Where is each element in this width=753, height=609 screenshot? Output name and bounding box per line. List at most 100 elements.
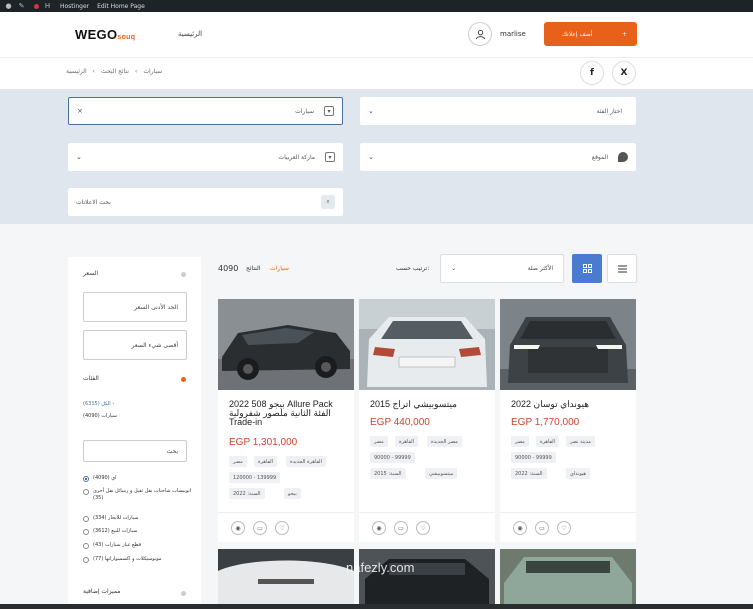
radio-button[interactable] <box>83 516 89 522</box>
radio-button[interactable] <box>83 529 89 535</box>
radio-item[interactable]: موتوسيكلات و اكسسواراتها (77) <box>83 556 193 563</box>
breadcrumb-separator: ‹ <box>92 68 96 75</box>
chat-icon[interactable]: ▭ <box>394 521 408 535</box>
keyword-search-placeholder: بحث الاعلانات <box>76 198 111 206</box>
sort-select[interactable]: ⌄ الأكثر صلة <box>440 254 564 283</box>
radio-button[interactable] <box>83 489 89 495</box>
taskbar-strip <box>0 604 753 609</box>
listing-tag: ميتسوبيشي <box>425 468 458 479</box>
listing-image[interactable] <box>218 299 354 390</box>
listing-tag: 90000 - 99999 <box>370 452 415 463</box>
listing-card-partial[interactable] <box>218 549 354 609</box>
radio-item[interactable]: اتوبيسات شاحنات نقل ثقيل و رسائل نقل أخر… <box>83 488 193 502</box>
chat-icon[interactable]: ▭ <box>535 521 549 535</box>
category-value: سيارات <box>295 107 314 115</box>
min-price-input[interactable]: الحد الأدنى السعر <box>83 292 187 322</box>
edit-page-link[interactable]: Edit Home Page <box>97 3 145 10</box>
hostinger-icon[interactable]: H <box>43 2 52 11</box>
radio-label: اتوبيسات شاحنات نقل ثقيل و رسائل نقل أخر… <box>93 488 192 501</box>
watermark: nafezly.com <box>346 560 415 575</box>
results-category: سيارات <box>270 265 289 272</box>
car-photo <box>218 299 354 390</box>
radio-item[interactable]: (4090) اي <box>83 475 193 482</box>
customize-icon[interactable]: ✎ <box>17 2 26 11</box>
hostinger-link[interactable]: Hostinger <box>60 3 89 10</box>
brand-icon: ▾ <box>325 152 335 162</box>
listing-image[interactable] <box>500 299 636 390</box>
radio-item[interactable]: سيارات للايجار (334) <box>83 515 193 522</box>
listing-card[interactable]: هيونداي توسان 2022 EGP 1,770,000 مصر الق… <box>500 299 636 542</box>
listing-tag: القاهرة <box>395 436 418 447</box>
listing-actions: ◉ ▭ ♡ <box>359 512 495 542</box>
list-view-button[interactable] <box>607 254 637 283</box>
breadcrumb-cars: سيارات <box>143 68 163 75</box>
user-avatar[interactable] <box>468 22 492 46</box>
heart-icon[interactable]: ♡ <box>275 521 289 535</box>
listing-tag: القاهرة <box>536 436 559 447</box>
location-pin-icon <box>618 152 628 162</box>
add-ad-button[interactable]: أضف إعلانك + <box>544 22 637 46</box>
radio-button[interactable] <box>83 476 89 482</box>
radio-item[interactable]: قطع غيار سيارات (43) <box>83 542 193 549</box>
car-photo <box>500 299 636 390</box>
listing-actions: ◉ ▭ ♡ <box>500 512 636 542</box>
nav-home-link[interactable]: الرئيسية <box>178 30 202 38</box>
radio-item[interactable]: سيارات للبيع (3612) <box>83 528 193 535</box>
listing-card-partial[interactable] <box>359 549 495 609</box>
status-dot <box>34 3 39 9</box>
radio-label: قطع غيار سيارات (43) <box>93 542 141 548</box>
sort-label: ترتيب حسب: <box>396 265 430 272</box>
listing-tag: بيجو <box>284 488 301 499</box>
username[interactable]: marlise <box>500 30 526 38</box>
keyword-search-input[interactable]: بحث الاعلانات ⌕ <box>68 188 343 216</box>
listing-title[interactable]: 2022 بيجو 508 Allure Pack الفئة الثانية … <box>229 400 345 427</box>
heart-icon[interactable]: ♡ <box>416 521 430 535</box>
breadcrumb-bar: الرئيسية ‹ نتائج البحث ‹ سيارات f X <box>0 58 753 89</box>
listing-title[interactable]: هيونداي توسان 2022 <box>511 400 627 409</box>
max-price-input[interactable]: أقصى شيء السعر <box>83 330 187 360</box>
breadcrumb-separator: ‹ <box>134 68 138 75</box>
search-icon[interactable]: ⌕ <box>321 195 335 209</box>
listing-card-partial[interactable] <box>500 549 636 609</box>
heart-icon[interactable]: ♡ <box>557 521 571 535</box>
x-twitter-icon[interactable]: X <box>612 61 636 85</box>
category-search-input[interactable]: بحث <box>83 440 187 462</box>
radio-button[interactable] <box>83 543 89 549</box>
radio-label: (4090) اي <box>93 475 117 481</box>
location-select[interactable]: ⌄ الموقع <box>360 143 636 171</box>
site-header: WEGOsouq الرئيسية marlise أضف إعلانك + <box>0 12 753 58</box>
listing-card[interactable]: ميتسوبيشي اتراج 2015 EGP 440,000 مصر الق… <box>359 299 495 542</box>
results-label: النتائج <box>246 265 261 272</box>
site-logo[interactable]: WEGOsouq <box>75 27 135 42</box>
listing-image[interactable] <box>359 299 495 390</box>
listing-tag: القاهرة <box>254 456 277 467</box>
view-icon[interactable]: ◉ <box>231 521 245 535</box>
extra-features-toggle[interactable] <box>181 591 186 596</box>
category-select[interactable]: × سيارات ▾ <box>68 97 343 125</box>
radio-label: سيارات للبيع (3612) <box>93 528 138 534</box>
facebook-icon[interactable]: f <box>580 61 604 85</box>
car-photo <box>500 549 636 609</box>
grid-view-button[interactable] <box>572 254 602 283</box>
wordpress-icon[interactable]: ● <box>4 2 13 11</box>
car-photo <box>218 549 354 609</box>
view-icon[interactable]: ◉ <box>372 521 386 535</box>
brand-select[interactable]: ⌄ ماركة العربيات ▾ <box>68 143 343 171</box>
cars-category-link[interactable]: سيارات (4090) <box>83 413 117 419</box>
list-icon <box>617 265 627 272</box>
breadcrumb-home[interactable]: الرئيسية <box>66 68 87 75</box>
listing-title[interactable]: ميتسوبيشي اتراج 2015 <box>370 400 486 409</box>
price-toggle[interactable] <box>181 272 186 277</box>
listing-tag: السنة: 2022 <box>511 468 547 479</box>
subcategory-select[interactable]: ⌄ اختار الفئة <box>360 97 636 125</box>
chat-icon[interactable]: ▭ <box>253 521 267 535</box>
categories-toggle[interactable] <box>181 377 186 382</box>
all-categories-link[interactable]: الكل (6315) › <box>83 401 114 407</box>
listing-tag: مصر الجديدة <box>427 436 462 447</box>
view-icon[interactable]: ◉ <box>513 521 527 535</box>
breadcrumb-results[interactable]: نتائج البحث <box>101 68 129 75</box>
radio-button[interactable] <box>83 557 89 563</box>
filters-sidebar: السعر الحد الأدنى السعر أقصى شيء السعر ا… <box>68 257 201 609</box>
listing-card[interactable]: 2022 بيجو 508 Allure Pack الفئة الثانية … <box>218 299 354 542</box>
listing-tag: السنة: 2022 <box>229 488 265 499</box>
